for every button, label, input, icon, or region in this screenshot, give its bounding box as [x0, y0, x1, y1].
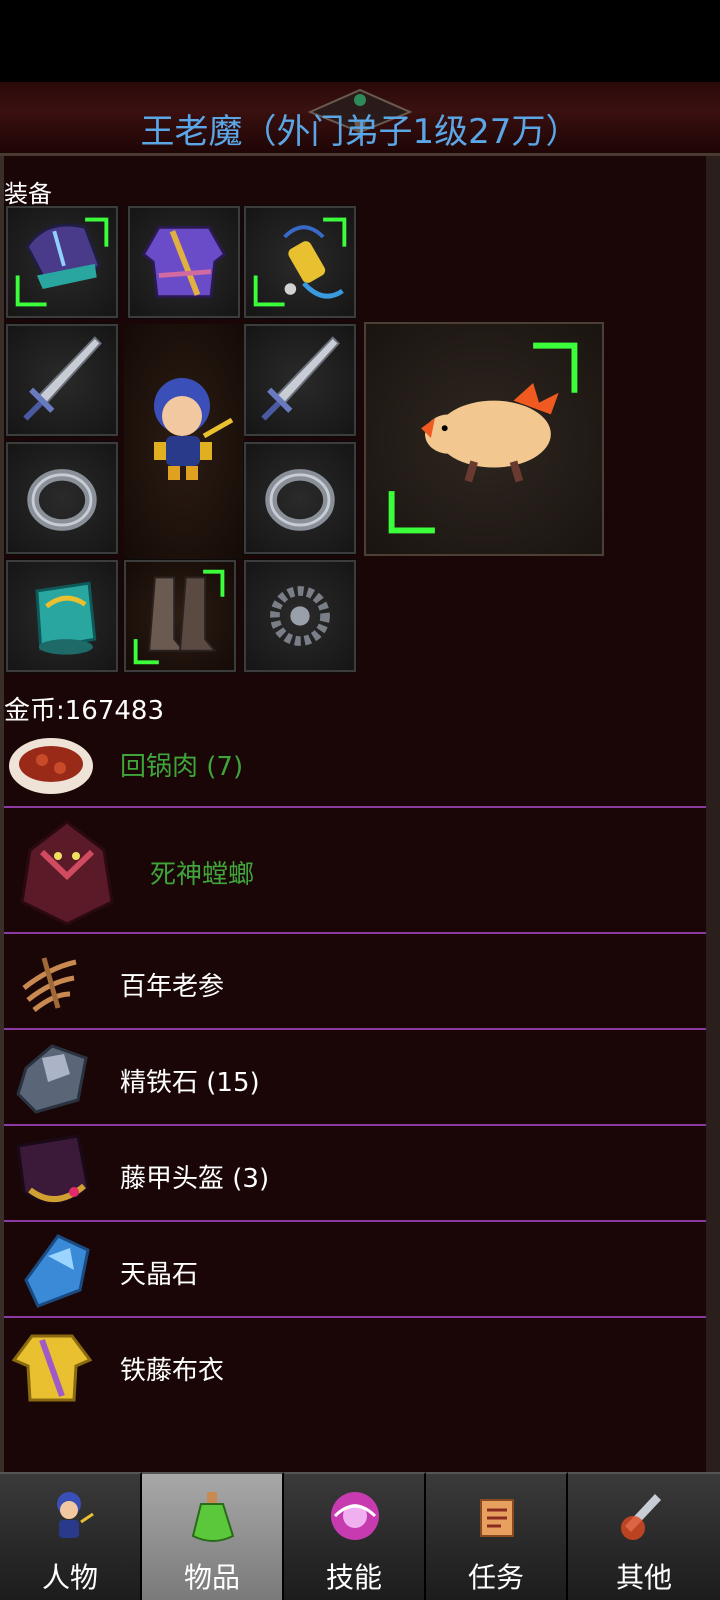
page-title: 王老魔（外门弟子1级27万） [140, 112, 580, 152]
quest-scroll-icon [480, 1499, 514, 1537]
item-name: 百年老参 [120, 972, 225, 1002]
tab-skills[interactable]: 技能 [284, 1472, 426, 1600]
item-name: 铁藤布衣 [120, 1356, 225, 1386]
mantis-icon [20, 820, 114, 926]
equipment-slot-weapon-right[interactable] [243, 323, 357, 437]
equipment-slot-necklace[interactable] [243, 559, 357, 673]
inventory-item-row[interactable]: 藤甲头盔 (3) [4, 1126, 706, 1222]
character-portrait [124, 324, 244, 560]
inventory-item-row[interactable]: 精铁石 (15) [4, 1030, 706, 1126]
status-bar [0, 0, 720, 82]
cloth-armor-icon [12, 1334, 92, 1402]
tab-items[interactable]: 物品 [142, 1472, 284, 1600]
tab-character[interactable]: 人物 [0, 1472, 142, 1600]
equipment-heading: 装备 [4, 180, 52, 208]
bead-necklace-icon [270, 586, 330, 646]
ring-icon [27, 469, 97, 531]
item-name: 精铁石 (15) [120, 1068, 260, 1098]
misc-sword-icon [621, 1494, 661, 1540]
gold-counter: 金币:167483 [4, 696, 165, 726]
item-name: 天晶石 [120, 1260, 199, 1290]
inventory-item-row[interactable]: 百年老参 [4, 934, 706, 1030]
bottom-tab-bar: 人物 物品 技能 任务 其他 [0, 1472, 720, 1600]
equipment-slot-ring-right[interactable] [243, 441, 357, 555]
fire-salamander-icon [388, 342, 578, 534]
pet-slot[interactable] [364, 322, 604, 556]
equipment-slot-robe[interactable] [127, 205, 241, 319]
crystal-icon [24, 1234, 90, 1308]
shoulder-armor-icon [25, 223, 102, 289]
iron-ore-icon [16, 1044, 88, 1114]
skill-orb-icon [331, 1492, 379, 1540]
robe-icon [141, 225, 227, 299]
tab-label: 人物 [41, 1561, 98, 1594]
inventory-item-row[interactable]: 天晶石 [4, 1222, 706, 1318]
equipment-slot-ring-left[interactable] [5, 441, 119, 555]
item-name: 死神螳螂 [150, 860, 255, 890]
inventory-panel: 装备 金币:167483 回锅肉 (7) 死神螳螂 百年老参 精铁石 (15) … [0, 156, 720, 1472]
tab-quests[interactable]: 任务 [426, 1472, 568, 1600]
helmet-icon [16, 1134, 90, 1204]
sword-icon [261, 336, 340, 421]
braised-pork-icon [9, 738, 93, 794]
ring-icon [265, 469, 335, 531]
equipment-slot-bracer[interactable] [5, 559, 119, 673]
character-avatar-icon [154, 378, 234, 480]
character-icon [57, 1492, 94, 1538]
item-name: 回锅肉 (7) [120, 752, 244, 782]
equipment-slot-accessory[interactable] [243, 205, 357, 319]
potion-icon [191, 1492, 235, 1542]
ginseng-icon [22, 957, 77, 1012]
bracer-icon [35, 581, 97, 655]
tab-label: 其他 [615, 1561, 672, 1594]
sword-icon [23, 336, 102, 421]
accessory-icon [283, 225, 344, 299]
boots-icon [133, 569, 225, 665]
title-banner: 王老魔（外门弟子1级27万） [0, 82, 720, 156]
tab-other[interactable]: 其他 [568, 1472, 720, 1600]
inventory-item-row[interactable]: 铁藤布衣 [4, 1318, 706, 1414]
tab-label: 任务 [467, 1561, 524, 1594]
equipment-slot-shoulder[interactable] [5, 205, 119, 319]
inventory-item-row[interactable]: 回锅肉 (7) [4, 724, 706, 808]
item-name: 藤甲头盔 (3) [120, 1164, 270, 1194]
equipment-slot-boots[interactable] [123, 559, 237, 673]
tab-label: 技能 [325, 1561, 382, 1594]
inventory-item-row[interactable]: 死神螳螂 [4, 808, 706, 934]
tab-label: 物品 [183, 1561, 240, 1594]
equipment-slot-weapon-left[interactable] [5, 323, 119, 437]
